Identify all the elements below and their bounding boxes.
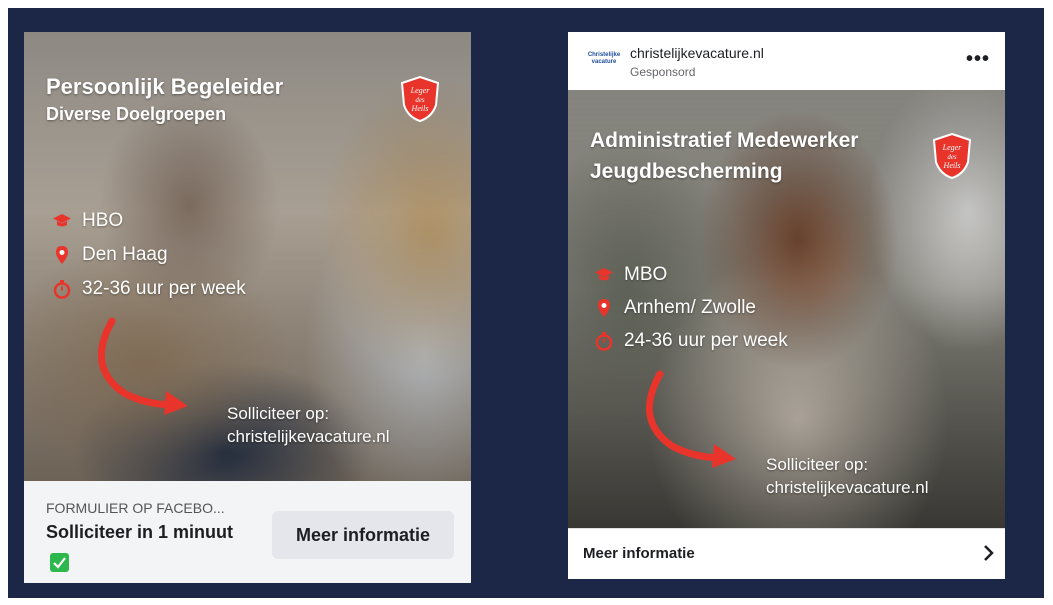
left-hours-row: 32-36 uur per week xyxy=(52,278,246,300)
left-ad-footer: FORMULIER OP FACEBO... Solliciteer in 1 … xyxy=(24,481,471,583)
right-apply-url: christelijkevacature.nl xyxy=(766,478,929,497)
right-ad-title-line2: Jeugdbescherming xyxy=(590,160,783,183)
left-apply-url: christelijkevacature.nl xyxy=(227,427,390,446)
right-hours-text: 24-36 uur per week xyxy=(624,330,788,351)
right-apply-line1: Solliciteer op: xyxy=(766,455,869,474)
right-apply-callout: Solliciteer op: christelijkevacature.nl xyxy=(766,453,929,499)
left-apply-line1: Solliciteer op: xyxy=(227,404,330,423)
logo-text-2: des xyxy=(415,96,425,104)
more-options-icon[interactable]: ••• xyxy=(966,48,990,71)
more-info-bar[interactable]: Meer informatie xyxy=(568,528,1005,579)
more-info-button[interactable]: Meer informatie xyxy=(272,511,454,559)
page-avatar[interactable]: Christelijke vacature xyxy=(586,52,622,70)
chevron-right-icon[interactable] xyxy=(978,543,998,563)
left-hours-text: 32-36 uur per week xyxy=(82,278,246,299)
right-hours-row: 24-36 uur per week xyxy=(594,330,788,352)
left-location-text: Den Haag xyxy=(82,244,168,265)
graduation-cap-icon xyxy=(594,265,614,285)
logo-text-1: Leger xyxy=(942,143,963,152)
graduation-cap-icon xyxy=(52,211,72,231)
curved-arrow-icon xyxy=(84,317,194,422)
right-ad-header: Christelijke vacature christelijkevacatu… xyxy=(568,32,1005,90)
stopwatch-icon xyxy=(52,279,72,299)
left-location-row: Den Haag xyxy=(52,244,168,266)
leger-des-heils-logo: Leger des Heils xyxy=(932,132,972,180)
curved-arrow-icon xyxy=(632,370,742,475)
left-ad-title: Persoonlijk Begeleider xyxy=(46,74,284,99)
logo-text-1: Leger xyxy=(410,86,431,95)
left-education-row: HBO xyxy=(52,210,123,232)
location-pin-icon xyxy=(594,298,614,318)
logo-text-3: Heils xyxy=(411,104,429,113)
page-name-link[interactable]: christelijkevacature.nl xyxy=(630,45,764,61)
left-apply-callout: Solliciteer op: christelijkevacature.nl xyxy=(227,402,390,448)
form-source-label: FORMULIER OP FACEBO... xyxy=(46,500,225,516)
checkbox-icon xyxy=(50,553,69,572)
footer-headline: Solliciteer in 1 minuut xyxy=(46,522,234,542)
logo-text-3: Heils xyxy=(943,161,961,170)
sponsored-label: Gesponsord xyxy=(630,65,696,79)
leger-des-heils-logo: Leger des Heils xyxy=(400,75,440,123)
right-ad-title-line1: Administratief Medewerker xyxy=(590,129,859,152)
stopwatch-icon xyxy=(594,331,614,351)
left-ad-card[interactable]: Persoonlijk Begeleider Diverse Doelgroep… xyxy=(24,32,471,583)
right-location-text: Arnhem/ Zwolle xyxy=(624,297,756,318)
left-ad-subtitle: Diverse Doelgroepen xyxy=(46,104,227,124)
logo-text-2: des xyxy=(947,153,957,161)
left-education-text: HBO xyxy=(82,210,124,231)
right-education-text: MBO xyxy=(624,264,668,285)
right-education-row: MBO xyxy=(594,264,667,286)
right-ad-card[interactable]: Christelijke vacature christelijkevacatu… xyxy=(568,32,1005,579)
right-location-row: Arnhem/ Zwolle xyxy=(594,297,756,319)
location-pin-icon xyxy=(52,245,72,265)
more-info-label[interactable]: Meer informatie xyxy=(583,545,695,562)
